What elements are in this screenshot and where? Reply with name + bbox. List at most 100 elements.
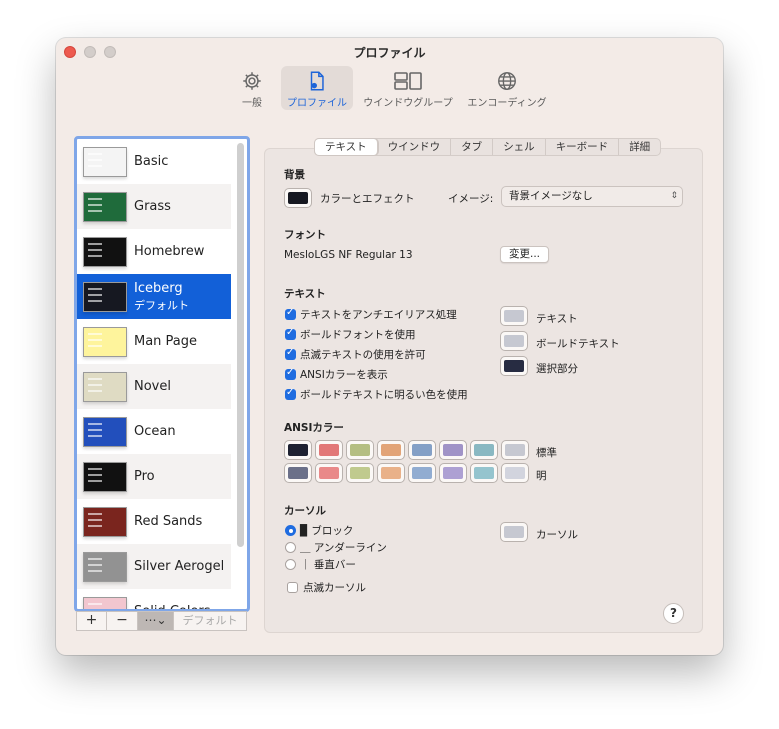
text-heading: テキスト [284, 288, 326, 300]
profile-thumbnail [83, 461, 127, 492]
ansi-color-swatch [505, 444, 525, 456]
ansi-bright-well-0[interactable] [284, 463, 312, 483]
profile-list-scrollbar[interactable] [237, 143, 244, 547]
text-color-label: 選択部分 [536, 363, 578, 375]
popup-arrows-icon: ⇕ [670, 191, 678, 201]
ansi-normal-well-1[interactable] [315, 440, 343, 460]
cursor-style-label: ▉ ブロック [300, 525, 354, 537]
change-font-button[interactable]: 変更... [500, 246, 550, 263]
profile-thumbnail [83, 551, 127, 582]
text-option-checkbox[interactable] [285, 347, 296, 360]
profile-row[interactable]: Ocean [77, 409, 231, 454]
profile-thumbnail [83, 146, 127, 177]
window-group-icon [394, 72, 422, 90]
ansi-color-swatch [350, 467, 370, 479]
ansi-color-swatch [319, 467, 339, 479]
profile-thumbnail [83, 416, 127, 447]
tab-0[interactable]: テキスト [315, 139, 378, 155]
background-heading: 背景 [284, 169, 305, 181]
window-title: プロファイル [353, 46, 426, 60]
profile-row[interactable]: Novel [77, 364, 231, 409]
text-option-checkbox[interactable] [285, 307, 296, 320]
ansi-color-swatch [443, 467, 463, 479]
ansi-color-swatch [474, 444, 494, 456]
profile-row[interactable]: Grass [77, 184, 231, 229]
ansi-normal-well-7[interactable] [501, 440, 529, 460]
profile-row[interactable]: Iceberg デフォルト [77, 274, 231, 319]
profile-name: Grass [134, 199, 171, 214]
profile-row[interactable]: Man Page [77, 319, 231, 364]
help-button[interactable]: ? [663, 603, 684, 624]
color-effect-label: カラーとエフェクト [320, 193, 415, 205]
cursor-style-label: ｜ 垂直バー [300, 559, 356, 571]
ansi-bright-well-7[interactable] [501, 463, 529, 483]
profile-row[interactable]: Basic [77, 139, 231, 184]
add-profile-button[interactable]: + [76, 611, 107, 631]
ansi-bright-label: 明 [536, 470, 547, 482]
profile-list[interactable]: Basic Grass Homebrew Iceberg デフォルト Man Page No… [74, 136, 250, 612]
tab-3[interactable]: シェル [493, 139, 546, 155]
ansi-bright-well-2[interactable] [346, 463, 374, 483]
preferences-toolbar: 一般 プロファイル ウインドウグループ エンコーディング [56, 66, 723, 112]
text-option-checkbox[interactable] [285, 327, 296, 340]
toolbar-window-groups-label: ウインドウグループ [363, 98, 453, 109]
toolbar-general[interactable]: 一般 [228, 66, 276, 110]
globe-icon [498, 72, 516, 90]
font-heading: フォント [284, 229, 326, 241]
ansi-normal-well-6[interactable] [470, 440, 498, 460]
background-color-well[interactable] [284, 188, 312, 208]
set-default-button[interactable]: デフォルト [174, 611, 247, 631]
profile-name-group: Iceberg デフォルト [134, 281, 189, 313]
text-color-well[interactable] [500, 306, 528, 326]
ansi-normal-well-2[interactable] [346, 440, 374, 460]
ansi-color-swatch [381, 444, 401, 456]
profile-row[interactable]: Silver Aerogel [77, 544, 231, 589]
profile-row[interactable]: Homebrew [77, 229, 231, 274]
text-option-checkbox[interactable] [285, 387, 296, 400]
cursor-color-label: カーソル [536, 529, 578, 541]
tab-1[interactable]: ウインドウ [378, 139, 452, 155]
ansi-color-swatch [319, 444, 339, 456]
ansi-bright-well-1[interactable] [315, 463, 343, 483]
cursor-color-swatch [504, 526, 524, 538]
ansi-color-swatch [505, 467, 525, 479]
text-option-label: テキストをアンチエイリアス処理 [300, 309, 457, 321]
text-color-well[interactable] [500, 356, 528, 376]
cursor-style-radio[interactable] [285, 559, 296, 570]
profile-name: Homebrew [134, 244, 205, 259]
ansi-normal-well-5[interactable] [439, 440, 467, 460]
profile-row[interactable]: Pro [77, 454, 231, 499]
remove-profile-button[interactable]: − [107, 611, 138, 631]
profile-name: Silver Aerogel [134, 559, 225, 574]
ansi-bright-well-4[interactable] [408, 463, 436, 483]
ansi-normal-well-0[interactable] [284, 440, 312, 460]
tab-4[interactable]: キーボード [546, 139, 620, 155]
cursor-style-radio[interactable] [285, 525, 296, 536]
ansi-bright-well-3[interactable] [377, 463, 405, 483]
ansi-color-swatch [288, 444, 308, 456]
ansi-bright-well-6[interactable] [470, 463, 498, 483]
toolbar-profiles[interactable]: プロファイル [281, 66, 353, 110]
background-image-popup[interactable]: 背景イメージなし ⇕ [501, 186, 683, 207]
tab-2[interactable]: タブ [451, 139, 494, 155]
toolbar-encodings[interactable]: エンコーディング [462, 66, 552, 110]
profile-name: Iceberg [134, 280, 183, 296]
profile-actions-menu-button[interactable]: ⋯⌄ [138, 611, 174, 631]
profile-row[interactable]: Red Sands [77, 499, 231, 544]
tab-5[interactable]: 詳細 [619, 139, 660, 155]
ansi-bright-well-5[interactable] [439, 463, 467, 483]
cursor-color-well[interactable] [500, 522, 528, 542]
profile-name: Man Page [134, 334, 198, 349]
profile-thumbnail [83, 506, 127, 537]
text-color-well[interactable] [500, 331, 528, 351]
blink-cursor-checkbox[interactable] [287, 582, 298, 593]
text-option-checkbox[interactable] [285, 367, 296, 380]
toolbar-window-groups[interactable]: ウインドウグループ [358, 66, 458, 110]
profile-row[interactable]: Solid Colors [77, 589, 231, 609]
cursor-style-radio[interactable] [285, 542, 296, 553]
ansi-normal-well-4[interactable] [408, 440, 436, 460]
profile-thumbnail [83, 326, 127, 357]
profile-thumbnail [83, 236, 127, 267]
ansi-heading: ANSIカラー [284, 422, 344, 434]
ansi-normal-well-3[interactable] [377, 440, 405, 460]
